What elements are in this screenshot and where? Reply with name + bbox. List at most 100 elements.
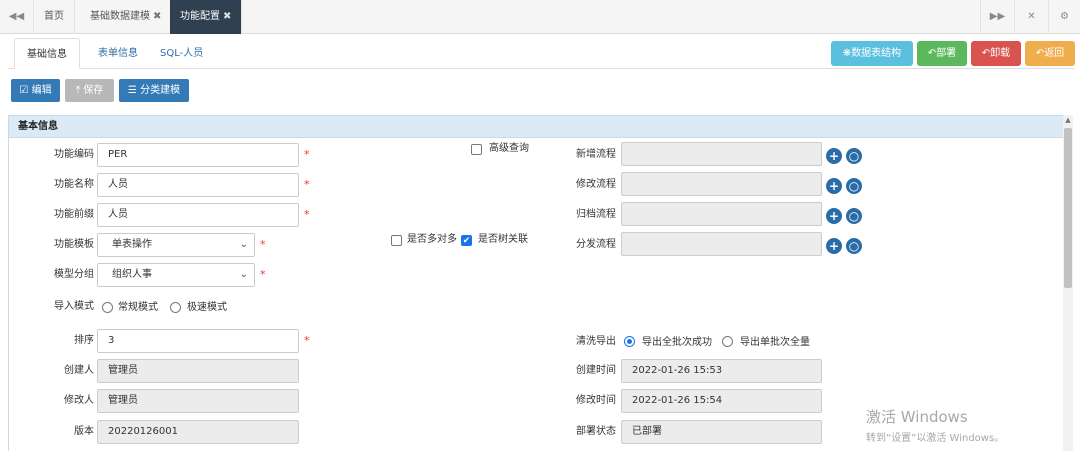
tab-home[interactable]: 首页 [34,0,75,34]
import-mode-label: 导入模式 [54,301,94,312]
tab-label: 功能配置 [180,11,220,22]
double-right-icon[interactable]: ▶▶ [980,0,1014,34]
model-group-select[interactable]: 组织人事 ⌄ [97,263,255,287]
plus-icon[interactable]: + [826,178,842,194]
clean-export-all-batches-radio[interactable] [624,336,635,347]
function-template-label: 功能模板 [54,239,94,250]
clean-export-single-batch-radio[interactable] [722,336,733,347]
tab-sql-person[interactable]: SQL-人员 [148,38,215,69]
required-mark: * [304,178,310,191]
search-icon[interactable]: ○ [846,178,862,194]
back-icon: ↶ [1035,48,1045,59]
classify-modeling-label: 分类建模 [140,85,181,96]
created-time-label: 创建时间 [576,365,616,376]
table-structure-label: 数据表结构 [851,48,902,59]
tab-basic-info[interactable]: 基础信息 [14,38,80,69]
function-template-select[interactable]: 单表操作 ⌄ [97,233,255,257]
modified-time-field: 2022-01-26 15:54 [621,389,822,413]
function-name-label: 功能名称 [54,179,94,190]
table-structure-button[interactable]: ❋数据表结构 [831,41,913,66]
advanced-query-checkbox[interactable] [471,144,482,155]
scrollbar-thumb[interactable] [1064,128,1072,288]
created-time-field: 2022-01-26 15:53 [621,359,822,383]
required-mark: * [304,334,310,347]
version-field: 20220126001 [97,420,299,444]
required-mark: * [260,238,266,251]
sub-tab-bar: 基础信息 表单信息 SQL-人员 [8,38,1074,69]
edit-button[interactable]: ☑ 编辑 [11,79,60,102]
selected-value: 组织人事 [112,269,152,280]
edit-flow-field [621,172,822,196]
selected-value: 单表操作 [112,239,152,250]
clean-export-single-batch-label: 导出单批次全量 [740,337,810,348]
search-icon[interactable]: ○ [846,148,862,164]
add-flow-field [621,142,822,166]
uninstall-button[interactable]: ↶卸载 [971,41,1021,66]
search-icon[interactable]: ○ [846,238,862,254]
uninstall-icon: ↶ [981,48,991,59]
vertical-scrollbar[interactable]: ▲ [1063,115,1073,451]
tree-relation-checkbox[interactable]: ✔ [461,235,472,246]
creator-label: 创建人 [64,365,94,376]
section-title: 基本信息 [9,116,1071,138]
plus-icon[interactable]: + [826,238,842,254]
modifier-field: 管理员 [97,389,299,413]
function-code-input[interactable]: PER [97,143,299,167]
edit-icon: ☑ [19,85,32,96]
tab-basic-data-modeling[interactable]: 基础数据建模 ✖ [80,0,173,34]
classify-modeling-button[interactable]: ☰ 分类建模 [119,79,189,102]
tab-form-info[interactable]: 表单信息 [86,38,150,69]
activation-watermark-hint: 转到“设置”以激活 Windows。 [866,433,1005,444]
clean-export-all-batches-label: 导出全批次成功 [642,337,712,348]
clean-export-label: 清洗导出 [576,336,616,347]
archive-flow-field [621,202,822,226]
sort-input[interactable]: 3 [97,329,299,353]
advanced-query-label: 高级查询 [489,143,529,154]
top-tab-bar: ◀◀ 首页 基础数据建模 ✖ 功能配置 ✖ ▶▶ ✕ ⚙ [0,0,1080,34]
deploy-button[interactable]: ↶部署 [917,41,967,66]
plus-icon[interactable]: + [826,208,842,224]
tab-function-config[interactable]: 功能配置 ✖ [170,0,243,34]
function-prefix-input[interactable]: 人员 [97,203,299,227]
check-icon: ✔ [462,236,471,246]
tab-label: 首页 [44,11,64,22]
back-label: 返回 [1044,48,1065,59]
import-mode-fast-radio[interactable] [170,302,181,313]
modified-time-label: 修改时间 [576,395,616,406]
save-label: 保存 [83,85,104,96]
chevron-down-icon: ⌄ [239,269,248,280]
search-icon[interactable]: ○ [846,208,862,224]
required-mark: * [304,148,310,161]
double-left-icon[interactable]: ◀◀ [0,0,34,34]
tree-relation-label: 是否树关联 [478,234,528,245]
gear-icon[interactable]: ⚙ [1048,0,1080,34]
chevron-down-icon: ⌄ [239,239,248,250]
add-flow-label: 新增流程 [576,149,616,160]
import-mode-normal-radio[interactable] [102,302,113,313]
close-icon[interactable]: ✖ [223,11,231,22]
list-icon: ☰ [127,85,141,96]
activation-watermark-title: 激活 Windows [866,408,968,426]
back-button[interactable]: ↶返回 [1025,41,1075,66]
save-button[interactable]: ⤒ 保存 [65,79,114,102]
close-icon[interactable]: ✖ [153,11,161,22]
many-to-many-label: 是否多对多 [407,234,457,245]
plus-icon[interactable]: + [826,148,842,164]
deploy-status-label: 部署状态 [576,426,616,437]
function-code-label: 功能编码 [54,149,94,160]
import-mode-fast-label: 极速模式 [187,302,227,313]
required-mark: * [304,208,310,221]
fullscreen-icon[interactable]: ✕ [1014,0,1048,34]
table-icon: ❋ [842,48,852,59]
deploy-label: 部署 [936,48,957,59]
modifier-label: 修改人 [64,395,94,406]
required-mark: * [260,268,266,281]
dispatch-flow-field [621,232,822,256]
many-to-many-checkbox[interactable] [391,235,402,246]
deploy-status-field: 已部署 [621,420,822,444]
uninstall-label: 卸载 [990,48,1011,59]
edit-label: 编辑 [31,85,52,96]
function-prefix-label: 功能前缀 [54,209,94,220]
scroll-up-icon[interactable]: ▲ [1063,116,1073,124]
function-name-input[interactable]: 人员 [97,173,299,197]
